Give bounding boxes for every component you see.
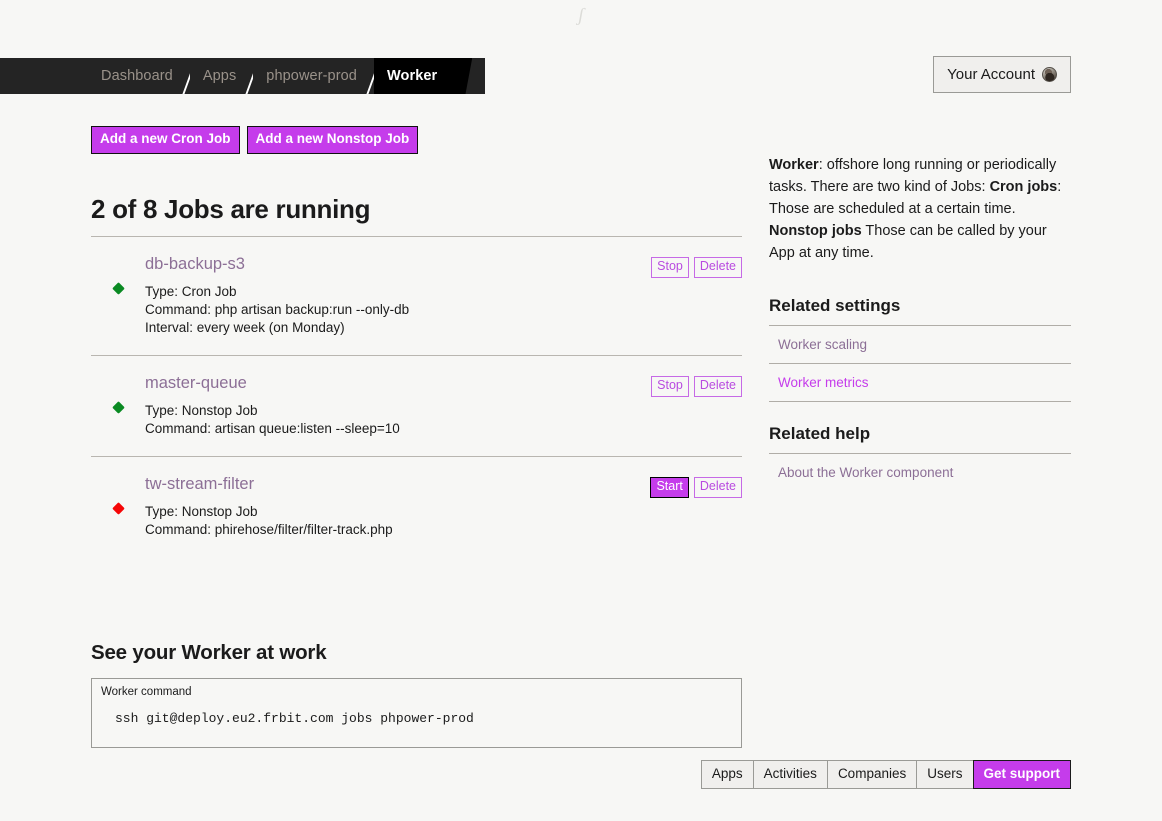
job-name-link[interactable]: master-queue bbox=[145, 374, 247, 393]
job-actions-toolbar: Add a new Cron Job Add a new Nonstop Job bbox=[91, 126, 742, 154]
related-settings-block: Related settings Worker scaling Worker m… bbox=[769, 296, 1071, 402]
job-command: Command: phirehose/filter/filter-track.p… bbox=[145, 521, 742, 539]
job-delete-button[interactable]: Delete bbox=[694, 257, 742, 278]
status-running-icon bbox=[112, 401, 125, 414]
job-name-link[interactable]: db-backup-s3 bbox=[145, 255, 245, 274]
job-command: Command: artisan queue:listen --sleep=10 bbox=[145, 420, 742, 438]
job-row-buttons: Start Delete bbox=[650, 477, 742, 498]
job-command: Command: php artisan backup:run --only-d… bbox=[145, 301, 742, 319]
user-avatar-icon bbox=[1042, 67, 1057, 82]
breadcrumb-item-phpower-prod[interactable]: phpower-prod bbox=[253, 58, 374, 94]
breadcrumb-item-dashboard[interactable]: Dashboard bbox=[88, 58, 190, 94]
related-help-block: Related help About the Worker component bbox=[769, 424, 1071, 491]
footer-button-get-support[interactable]: Get support bbox=[973, 760, 1072, 789]
job-type: Type: Nonstop Job bbox=[145, 402, 742, 420]
sidebar-link-about-worker-component[interactable]: About the Worker component bbox=[769, 454, 1071, 491]
related-settings-title: Related settings bbox=[769, 296, 1071, 316]
status-stopped-icon bbox=[112, 502, 125, 515]
logo-strip: ʃ bbox=[0, 0, 1162, 30]
worker-at-work-title: See your Worker at work bbox=[91, 641, 742, 665]
sidebar-column: Worker: offshore long running or periodi… bbox=[769, 126, 1071, 748]
worker-command-text: ssh git@deploy.eu2.frbit.com jobs phpowe… bbox=[101, 711, 732, 726]
worker-command-label: Worker command bbox=[101, 686, 732, 698]
page-body: Add a new Cron Job Add a new Nonstop Job… bbox=[0, 126, 1162, 748]
desc-bold-cron: Cron jobs bbox=[990, 179, 1058, 195]
breadcrumb: Dashboard Apps phpower-prod Worker bbox=[0, 58, 485, 94]
page-title: 2 of 8 Jobs are running bbox=[91, 194, 742, 225]
job-row-buttons: Stop Delete bbox=[651, 376, 742, 397]
job-row-buttons: Stop Delete bbox=[651, 257, 742, 278]
footer-nav: Apps Activities Companies Users Get supp… bbox=[701, 760, 1071, 789]
worker-at-work-section: See your Worker at work Worker command s… bbox=[91, 641, 742, 748]
job-start-button[interactable]: Start bbox=[650, 477, 688, 498]
related-settings-list: Worker scaling Worker metrics bbox=[769, 325, 1071, 402]
breadcrumb-item-apps[interactable]: Apps bbox=[190, 58, 253, 94]
job-type: Type: Cron Job bbox=[145, 283, 742, 301]
add-nonstop-job-button[interactable]: Add a new Nonstop Job bbox=[247, 126, 419, 154]
job-stop-button[interactable]: Stop bbox=[651, 376, 689, 397]
related-help-list: About the Worker component bbox=[769, 453, 1071, 491]
job-interval: Interval: every week (on Monday) bbox=[145, 319, 742, 337]
job-list: db-backup-s3 Type: Cron Job Command: php… bbox=[91, 237, 742, 557]
job-row: master-queue Type: Nonstop Job Command: … bbox=[91, 355, 742, 456]
desc-bold-worker: Worker bbox=[769, 157, 819, 173]
account-label: Your Account bbox=[947, 66, 1035, 83]
sidebar-link-worker-metrics[interactable]: Worker metrics bbox=[769, 364, 1071, 402]
footer-button-apps[interactable]: Apps bbox=[701, 760, 753, 789]
job-row: db-backup-s3 Type: Cron Job Command: php… bbox=[91, 237, 742, 355]
footer-button-users[interactable]: Users bbox=[916, 760, 972, 789]
account-button[interactable]: Your Account bbox=[933, 56, 1071, 93]
job-status-marker bbox=[91, 374, 145, 438]
main-column: Add a new Cron Job Add a new Nonstop Job… bbox=[91, 126, 742, 748]
job-status-marker bbox=[91, 475, 145, 539]
footer-button-companies[interactable]: Companies bbox=[827, 760, 916, 789]
job-row: tw-stream-filter Type: Nonstop Job Comma… bbox=[91, 456, 742, 557]
add-cron-job-button[interactable]: Add a new Cron Job bbox=[91, 126, 240, 154]
job-status-marker bbox=[91, 255, 145, 337]
job-stop-button[interactable]: Stop bbox=[651, 257, 689, 278]
breadcrumb-bar: Dashboard Apps phpower-prod Worker Your … bbox=[0, 58, 1162, 94]
related-help-title: Related help bbox=[769, 424, 1071, 444]
breadcrumb-tail bbox=[446, 58, 472, 94]
worker-command-box[interactable]: Worker command ssh git@deploy.eu2.frbit.… bbox=[91, 678, 742, 748]
status-running-icon bbox=[112, 282, 125, 295]
sidebar-link-worker-scaling[interactable]: Worker scaling bbox=[769, 326, 1071, 364]
job-type: Type: Nonstop Job bbox=[145, 503, 742, 521]
brand-logo-icon: ʃ bbox=[578, 6, 583, 25]
footer-button-activities[interactable]: Activities bbox=[753, 760, 827, 789]
desc-bold-nonstop: Nonstop jobs bbox=[769, 223, 862, 239]
job-delete-button[interactable]: Delete bbox=[694, 477, 742, 498]
job-delete-button[interactable]: Delete bbox=[694, 376, 742, 397]
job-name-link[interactable]: tw-stream-filter bbox=[145, 475, 254, 494]
worker-description: Worker: offshore long running or periodi… bbox=[769, 154, 1071, 265]
